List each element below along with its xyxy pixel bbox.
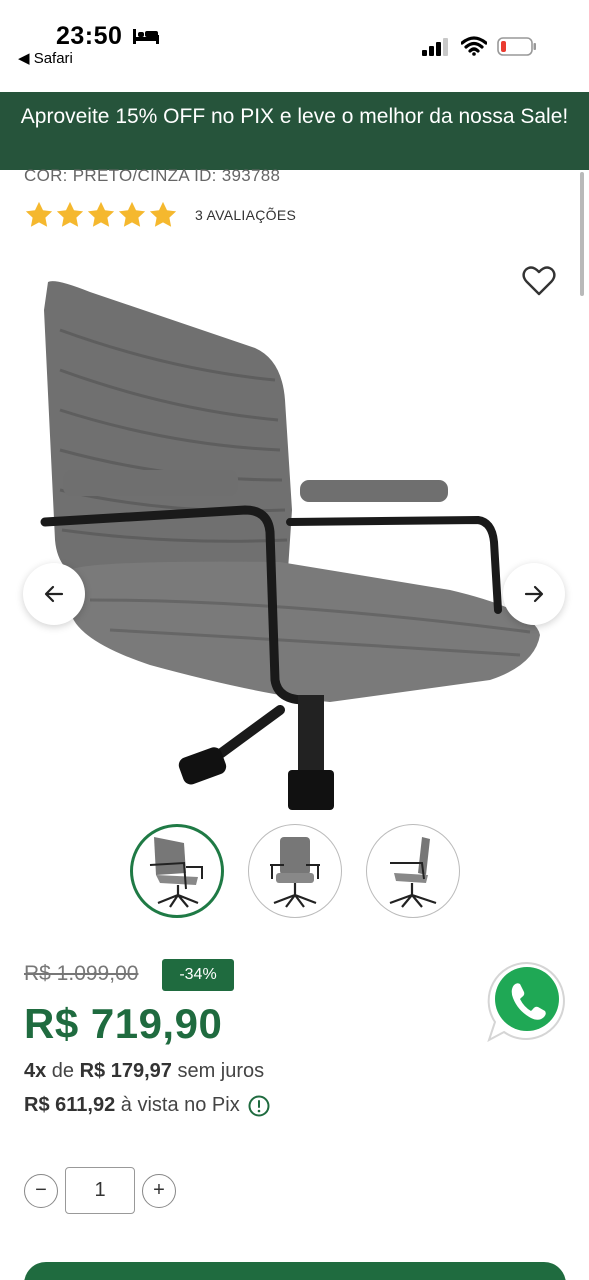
quantity-input[interactable] [65,1167,135,1214]
back-to-safari-link[interactable]: ◀ Safari [18,49,73,67]
thumbnail-list [130,824,460,918]
arrow-right-icon [524,585,544,603]
quantity-increase-button[interactable]: + [142,1173,176,1208]
product-meta: COR: PRETO/CINZA ID: 393788 [24,166,281,185]
promo-text: Aproveite 15% OFF no PIX e leve o melhor… [20,105,569,128]
heart-icon[interactable] [522,265,556,297]
bed-icon [133,29,159,44]
promo-banner-link[interactable]: Aproveite 15% OFF no PIX e leve o melhor… [0,92,589,170]
buy-button[interactable] [24,1262,566,1280]
quantity-stepper: − + [24,1167,176,1214]
pix-value: R$ 611,92 [24,1094,116,1116]
info-icon[interactable] [248,1095,270,1117]
star-icon [25,201,53,227]
chair-thumbnail-icon [149,837,203,908]
gallery-prev-button[interactable] [23,563,85,625]
rating-count[interactable]: 3 AVALIAÇÕES [195,207,296,223]
installments: 4x de R$ 179,97 sem juros [24,1060,264,1083]
star-icon [87,201,115,227]
quantity-decrease-button[interactable]: − [24,1173,58,1208]
battery-icon [497,37,536,56]
installments-de: de [46,1060,80,1082]
star-icon [56,201,84,227]
status-time: 23:50 [56,22,123,50]
installments-count: 4x [24,1060,47,1082]
rating[interactable]: 3 AVALIAÇÕES [24,200,296,230]
wifi-icon [461,36,487,56]
scrollbar[interactable] [580,172,584,296]
whatsapp-icon[interactable] [486,960,568,1042]
pix-suffix: à vista no Pix [115,1094,240,1116]
status-bar: 23:50 ◀ Safari [0,0,589,92]
current-price: R$ 719,90 [24,1000,223,1047]
rating-stars [24,200,178,230]
star-icon [149,201,177,227]
thumb-side[interactable] [366,824,460,918]
installments-suffix: sem juros [171,1060,265,1082]
old-price: R$ 1.099,00 [24,962,139,985]
pix-price: R$ 611,92 à vista no Pix [24,1094,270,1117]
arrow-left-icon [44,585,64,603]
chair-thumbnail-icon [270,837,320,908]
gallery-next-button[interactable] [503,563,565,625]
discount-badge: -34% [162,959,234,991]
chair-thumbnail-icon [389,837,437,908]
thumb-front-angle[interactable] [130,824,224,918]
thumb-front[interactable] [248,824,342,918]
product-image[interactable] [30,270,570,810]
signal-icon [422,38,448,56]
star-icon [118,201,146,227]
installments-value: R$ 179,97 [79,1060,172,1082]
